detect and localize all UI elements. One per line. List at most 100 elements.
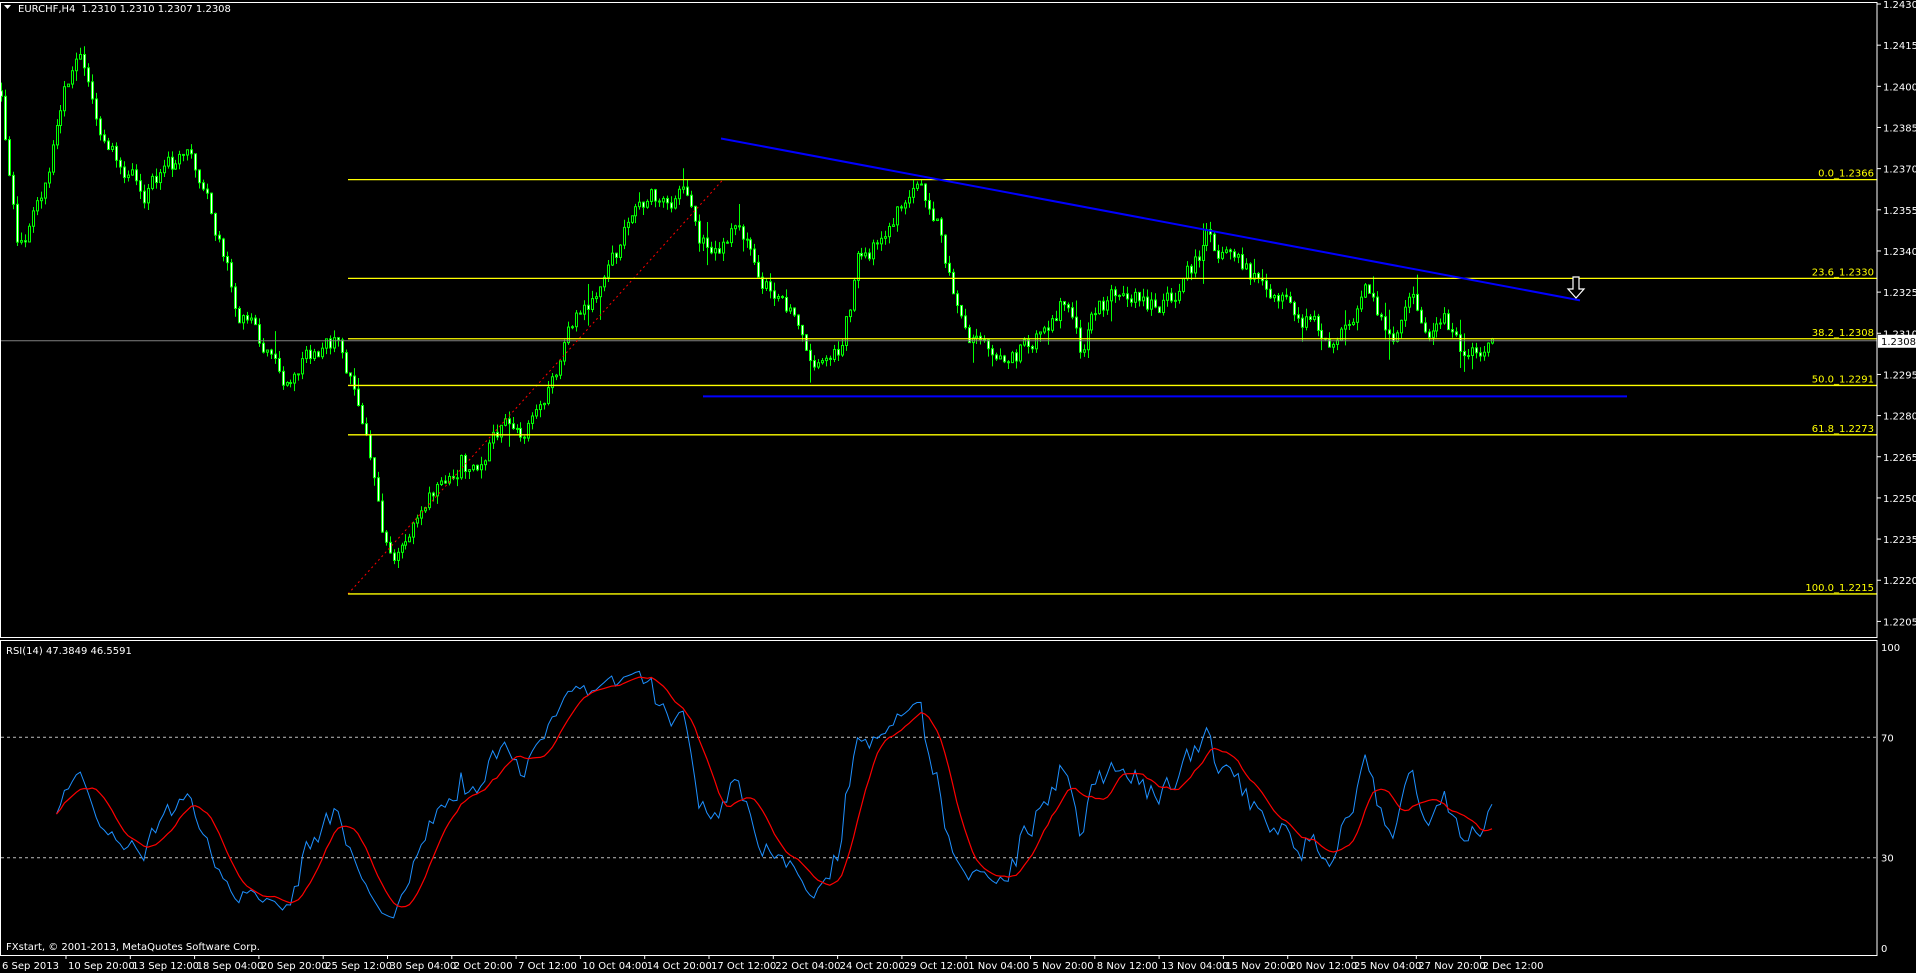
candle [167,156,170,167]
candle [1388,329,1391,335]
candle [1451,329,1454,333]
candle [1213,233,1216,252]
candle [246,315,249,321]
candle [559,360,562,376]
candle [785,296,788,312]
candle [1455,331,1458,336]
candle [293,373,296,384]
price-tick-label: 1.2430 [1883,0,1916,11]
candle [282,370,285,386]
candle [333,337,336,349]
candle [829,357,832,360]
candle [587,304,590,310]
bid-price-label: 1.2308 [1881,337,1916,348]
candle [694,205,697,222]
time-tick-label: 10 Sep 20:00 [68,961,135,972]
candle [274,353,277,359]
candle [1305,316,1308,328]
rsi-title: RSI(14) 47.3849 46.5591 [6,646,132,657]
candle [1225,249,1228,253]
candle [1055,318,1058,322]
candle [646,200,649,208]
candle [63,86,66,112]
candle [599,286,602,298]
candle [353,375,356,390]
candle [1412,293,1415,298]
candle [131,169,134,176]
candle [527,422,530,439]
candle [1122,293,1125,296]
candle [79,53,82,60]
rsi-tick-label: 70 [1881,733,1894,744]
candle [56,125,59,146]
candle [67,83,70,88]
time-tick-label: 25 Nov 04:00 [1354,961,1421,972]
price-tick-label: 1.2235 [1883,535,1916,546]
candle [1289,296,1292,303]
candle [1083,349,1086,353]
candle [638,201,641,208]
candle [960,304,963,317]
candle [1424,322,1427,333]
candle [250,317,253,321]
candle [1435,323,1438,332]
candle [682,186,685,190]
chart-window[interactable]: 0.0_1.2366 23.6_1.2330 38.2_1.2308 50.0_1.2… [0,0,1916,973]
candle [119,159,122,168]
candle [666,197,669,204]
candle [254,317,257,326]
candle [678,188,681,200]
candle [381,500,384,533]
candle [952,271,955,295]
candle [135,169,138,182]
candle [575,312,578,328]
time-tick-label: 27 Nov 20:00 [1418,961,1485,972]
candle [932,208,935,222]
candle [642,201,645,208]
fib-level-label: 23.6_1.2330 [1812,267,1874,278]
candle [71,70,74,85]
candle [1063,301,1066,306]
rsi-tick-label: 0 [1881,944,1887,955]
candle [607,264,610,278]
candle [1273,295,1276,299]
time-tick-label: 20 Nov 12:00 [1290,961,1357,972]
candle [432,492,435,497]
candle [1400,319,1403,334]
time-tick-label: 2 Dec 12:00 [1483,961,1544,972]
candle [1408,296,1411,308]
candle [519,427,522,438]
candle [186,149,189,156]
candle [924,183,927,201]
candle [658,200,661,203]
candle [539,404,542,411]
candle [857,252,860,281]
time-tick-label: 6 Sep 2013 [2,961,59,972]
candle [876,242,879,245]
candle [1352,321,1355,325]
candle [1130,298,1133,303]
candle [547,387,550,404]
candle [226,256,229,264]
candle [1368,284,1371,294]
candle [436,483,439,497]
time-tick-label: 22 Oct 04:00 [775,961,840,972]
candle [833,348,836,360]
candle [781,295,784,298]
candle [698,220,701,244]
candle [139,180,142,192]
candle [321,347,324,358]
candle [1487,342,1490,353]
price-tick-label: 1.2370 [1883,165,1916,176]
candle [412,522,415,538]
price-tick-label: 1.2340 [1883,247,1916,258]
candle [690,194,693,207]
candle [1087,329,1090,351]
candle [773,290,776,299]
candle [936,218,939,222]
candle [404,541,407,546]
candle [1479,352,1482,357]
candle [1118,294,1121,297]
time-tick-label: 30 Sep 04:00 [390,961,457,972]
candle [872,242,875,260]
